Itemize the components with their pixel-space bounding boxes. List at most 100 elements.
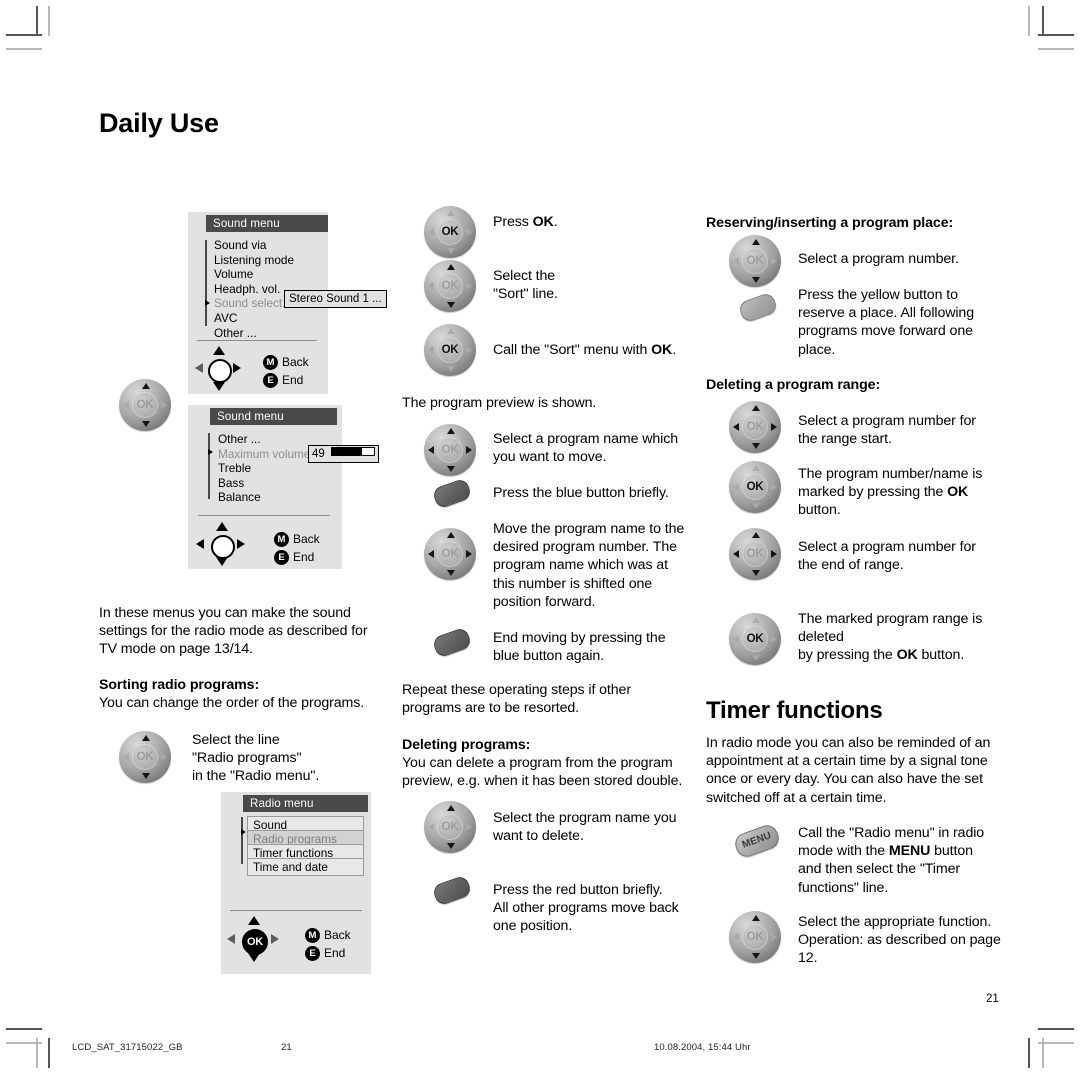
crop-mark-tl-v	[36, 6, 38, 36]
arrow-right-icon	[771, 635, 777, 643]
crop-mark-br-v2	[1028, 1038, 1030, 1068]
nav-up-icon	[248, 916, 260, 925]
blue-color-button-icon[interactable]	[431, 477, 473, 510]
arrow-left-icon	[733, 550, 739, 558]
nav-down-icon	[216, 557, 228, 566]
osd-divider	[197, 340, 317, 341]
nav-right-icon	[233, 363, 241, 373]
key-back-label: Back	[282, 355, 309, 369]
text-bold-ok: OK	[896, 647, 918, 664]
arrow-up-icon	[142, 735, 150, 741]
osd-scroll-bar	[241, 817, 243, 864]
remote-navigation-disc-icon[interactable]: OK	[729, 401, 781, 453]
arrow-left-icon	[428, 346, 434, 354]
arrow-left-icon	[733, 933, 739, 941]
nav-right-icon	[271, 934, 279, 944]
arrow-down-icon	[142, 773, 150, 779]
left-step-select-radio-programs: Select the line "Radio programs" in the …	[192, 732, 320, 785]
osd-item[interactable]: Volume	[214, 267, 294, 282]
menu-button-icon[interactable]: MENU	[732, 822, 782, 860]
arrow-right-icon	[771, 423, 777, 431]
osd-row[interactable]: Time and date	[247, 858, 364, 876]
text-part: Press	[493, 214, 533, 230]
crop-mark-br-h2	[1038, 1042, 1074, 1044]
nav-left-icon	[196, 539, 204, 549]
remote-navigation-disc-icon[interactable]: OK	[729, 613, 781, 665]
osd-item[interactable]: Headph. vol.	[214, 282, 294, 297]
osd-title: Sound menu	[210, 408, 337, 425]
left-paragraph-1: In these menus you can make the sound se…	[99, 605, 368, 658]
osd-item[interactable]: Bass	[218, 476, 310, 491]
ok-button-icon: OK	[742, 248, 768, 274]
remote-navigation-disc-icon[interactable]: OK	[424, 801, 476, 853]
text-part: Call the "Sort" menu with	[493, 342, 652, 358]
right-step-select-function: Select the appropriate function. Operati…	[798, 914, 1001, 967]
arrow-down-icon	[752, 953, 760, 959]
yellow-color-button-icon[interactable]	[737, 291, 779, 324]
ok-button-icon: OK	[742, 414, 768, 440]
arrow-left-icon	[428, 446, 434, 454]
osd-cursor-marker	[241, 829, 246, 835]
footer-timestamp: 10.08.2004, 15:44 Uhr	[654, 1042, 751, 1053]
right-step-range-deleted: The marked program range is deleted by p…	[798, 610, 998, 665]
right-step-range-start: Select a program number for the range st…	[798, 413, 976, 448]
remote-navigation-disc-icon[interactable]: OK	[424, 206, 476, 258]
osd-item[interactable]: Treble	[218, 461, 310, 476]
right-step-call-radio-menu: Call the "Radio menu" in radio mode with…	[798, 824, 998, 897]
right-step-marked-by-ok: The program number/name is marked by pre…	[798, 465, 998, 520]
ok-button-icon: OK	[132, 744, 158, 770]
arrow-up-icon	[752, 405, 760, 411]
remote-navigation-disc-icon[interactable]: OK	[424, 260, 476, 312]
osd-item[interactable]: AVC	[214, 311, 294, 326]
key-end-label: End	[282, 373, 304, 387]
text-part: button.	[798, 502, 841, 519]
osd-item-selected[interactable]: Sound select.	[214, 296, 294, 311]
osd-item[interactable]: Other ...	[218, 432, 310, 447]
blue-color-button-icon[interactable]	[431, 626, 473, 659]
osd-item[interactable]: Balance	[218, 490, 310, 505]
nav-center-ok-button[interactable]: OK	[242, 929, 268, 955]
key-back-badge: M	[263, 355, 278, 370]
osd-title: Radio menu	[243, 795, 368, 812]
osd-item[interactable]: Listening mode	[214, 253, 294, 268]
arrow-right-icon	[771, 550, 777, 558]
remote-navigation-disc-icon[interactable]: OK	[729, 528, 781, 580]
mid-paragraph-deleting: You can delete a program from the progra…	[402, 755, 683, 790]
osd-item-selected[interactable]: Maximum volume	[218, 447, 310, 462]
key-back-label: Back	[293, 532, 320, 546]
osd-sound-menu-2: Sound menu Other ... Maximum volume Treb…	[188, 405, 379, 569]
arrow-right-icon	[466, 446, 472, 454]
red-color-button-icon[interactable]	[431, 874, 473, 907]
arrow-up-icon	[447, 264, 455, 270]
osd-item[interactable]: Other ...	[214, 326, 294, 341]
remote-navigation-disc-icon[interactable]: OK	[424, 528, 476, 580]
text-part: The marked program range is deleted	[798, 611, 983, 646]
arrow-right-icon	[466, 282, 472, 290]
arrow-right-icon	[466, 823, 472, 831]
osd-value-sound-select: Stereo Sound 1 ...	[284, 290, 387, 308]
remote-navigation-disc-icon[interactable]: OK	[729, 235, 781, 287]
osd-radio-menu: Radio menu Sound Radio programs Timer fu…	[221, 792, 371, 974]
remote-navigation-disc-icon[interactable]: OK	[119, 731, 171, 783]
remote-navigation-disc-icon[interactable]: OK	[119, 379, 171, 431]
text-bold-ok: OK	[532, 214, 554, 230]
remote-navigation-disc-icon[interactable]: OK	[424, 424, 476, 476]
osd-item[interactable]: Sound via	[214, 238, 294, 253]
arrow-down-icon	[752, 570, 760, 576]
ok-button-icon: OK	[742, 541, 768, 567]
crop-mark-bl-v2	[48, 1038, 50, 1068]
remote-navigation-disc-icon[interactable]: OK	[424, 324, 476, 376]
arrow-up-icon	[447, 805, 455, 811]
arrow-down-icon	[447, 366, 455, 372]
mid-paragraph-repeat: Repeat these operating steps if other pr…	[402, 682, 631, 717]
arrow-left-icon	[123, 753, 129, 761]
text-part: .	[553, 214, 558, 230]
arrow-down-icon	[447, 570, 455, 576]
nav-center-circle	[211, 535, 235, 559]
remote-navigation-disc-icon[interactable]: OK	[729, 461, 781, 513]
nav-left-icon	[195, 363, 203, 373]
mid-step-press-red: Press the red button briefly. All other …	[493, 882, 679, 935]
page-title: Daily Use	[99, 108, 219, 138]
remote-navigation-disc-icon[interactable]: OK	[729, 911, 781, 963]
footer-page: 21	[281, 1042, 292, 1053]
